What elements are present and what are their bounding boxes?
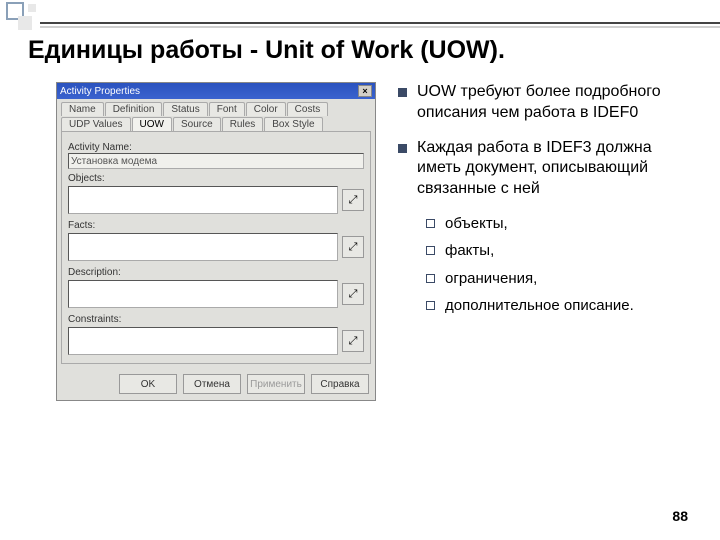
tab-status[interactable]: Status: [163, 102, 207, 116]
sub-bullet-text: ограничения,: [445, 269, 537, 289]
tab-boxstyle[interactable]: Box Style: [264, 117, 322, 131]
dialog-titlebar: Activity Properties ×: [57, 83, 375, 99]
apply-button[interactable]: Применить: [247, 374, 305, 394]
zoom-icon[interactable]: ⤢: [342, 189, 364, 211]
help-button[interactable]: Справка: [311, 374, 369, 394]
tab-uow[interactable]: UOW: [132, 117, 172, 131]
sub-bullet-item: ограничения,: [426, 269, 692, 289]
tab-name[interactable]: Name: [61, 102, 104, 116]
tab-costs[interactable]: Costs: [287, 102, 329, 116]
description-label: Description:: [68, 267, 364, 278]
zoom-icon[interactable]: ⤢: [342, 236, 364, 258]
tab-panel-uow: Activity Name: Установка модема Objects:…: [61, 131, 371, 364]
facts-label: Facts:: [68, 220, 364, 231]
zoom-icon[interactable]: ⤢: [342, 283, 364, 305]
tab-color[interactable]: Color: [246, 102, 286, 116]
sub-bullet-item: объекты,: [426, 214, 692, 234]
facts-input[interactable]: [68, 233, 338, 261]
slide-title: Единицы работы - Unit of Work (UOW).: [28, 36, 505, 65]
tab-udp[interactable]: UDP Values: [61, 117, 131, 131]
sub-bullet-text: факты,: [445, 241, 494, 261]
dialog-button-row: OK Отмена Применить Справка: [57, 368, 375, 400]
objects-label: Objects:: [68, 173, 364, 184]
sub-bullet-text: дополнительное описание.: [445, 296, 634, 316]
activity-name-value: Установка модема: [68, 153, 364, 169]
tab-source[interactable]: Source: [173, 117, 221, 131]
square-bullet-icon: [398, 88, 407, 97]
sub-bullet-item: факты,: [426, 241, 692, 261]
tab-definition[interactable]: Definition: [105, 102, 163, 116]
tab-font[interactable]: Font: [209, 102, 245, 116]
ok-button[interactable]: OK: [119, 374, 177, 394]
zoom-icon[interactable]: ⤢: [342, 330, 364, 352]
bullet-text: Каждая работа в IDEF3 должна иметь докум…: [417, 138, 692, 200]
objects-input[interactable]: [68, 186, 338, 214]
hollow-square-icon: [426, 246, 435, 255]
close-icon[interactable]: ×: [358, 85, 372, 97]
bullet-item: Каждая работа в IDEF3 должна иметь докум…: [398, 138, 692, 200]
tab-rules[interactable]: Rules: [222, 117, 264, 131]
bullet-item: UOW требуют более подробного описания че…: [398, 82, 692, 124]
sub-bullet-item: дополнительное описание.: [426, 296, 692, 316]
page-number: 88: [672, 508, 688, 524]
hollow-square-icon: [426, 219, 435, 228]
sub-bullet-text: объекты,: [445, 214, 508, 234]
activity-properties-dialog: Activity Properties × Name Definition St…: [56, 82, 376, 401]
dialog-title: Activity Properties: [60, 86, 140, 97]
description-input[interactable]: [68, 280, 338, 308]
hollow-square-icon: [426, 274, 435, 283]
hollow-square-icon: [426, 301, 435, 310]
dialog-tabs: Name Definition Status Font Color Costs …: [57, 99, 375, 131]
cancel-button[interactable]: Отмена: [183, 374, 241, 394]
bullet-list: UOW требуют более подробного описания че…: [398, 82, 692, 401]
activity-name-label: Activity Name:: [68, 142, 364, 153]
square-bullet-icon: [398, 144, 407, 153]
bullet-text: UOW требуют более подробного описания че…: [417, 82, 692, 124]
constraints-label: Constraints:: [68, 314, 364, 325]
constraints-input[interactable]: [68, 327, 338, 355]
